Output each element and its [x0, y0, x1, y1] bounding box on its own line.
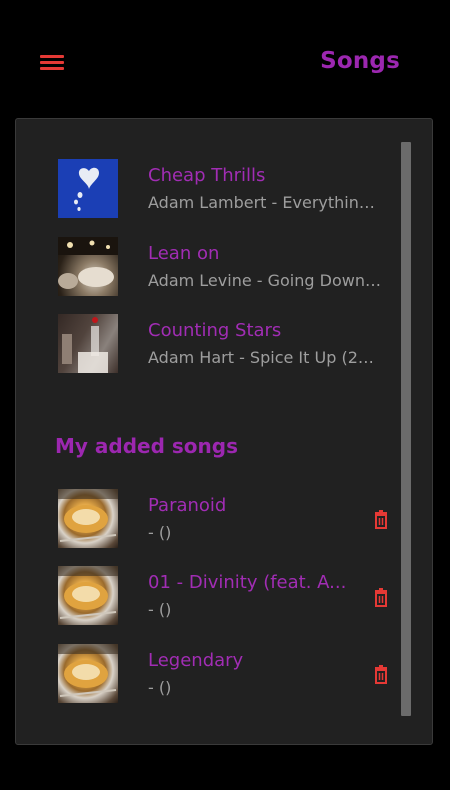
album-art-thumbnail: [58, 237, 118, 296]
menu-bar-top: [40, 55, 64, 58]
album-art-thumbnail: [58, 314, 118, 373]
song-item-lean-on[interactable]: Lean on Adam Levine - Going Down (...: [58, 237, 388, 297]
album-art-thumbnail: [58, 159, 118, 218]
added-song-item-paranoid[interactable]: Paranoid - (): [58, 489, 388, 549]
heart-art-icon: [74, 167, 99, 211]
song-title: Counting Stars: [148, 320, 282, 341]
plate-art-icon: [58, 644, 118, 697]
delete-song-trash-icon[interactable]: [373, 588, 389, 608]
album-art-thumbnail: [58, 489, 118, 548]
song-title: Lean on: [148, 243, 220, 264]
plate-art-icon: [58, 489, 118, 542]
album-art-thumbnail: [58, 644, 118, 703]
album-art-thumbnail: [58, 566, 118, 625]
delete-song-trash-icon[interactable]: [373, 510, 389, 530]
song-title: 01 - Divinity (feat. A...: [148, 572, 347, 593]
song-subtitle: - (): [148, 600, 172, 619]
hamburger-menu-icon[interactable]: [40, 55, 65, 73]
section-title-my-added-songs: My added songs: [55, 434, 238, 458]
added-song-item-legendary[interactable]: Legendary - (): [58, 644, 388, 704]
song-subtitle: Adam Hart - Spice It Up (201...: [148, 348, 382, 367]
song-subtitle: - (): [148, 678, 172, 697]
glass-art-icon: [58, 314, 118, 373]
plate-art-icon: [58, 566, 118, 619]
song-title: Legendary: [148, 650, 244, 671]
app-root: Songs Cheap Thrills Adam Lambert - Every…: [0, 0, 450, 790]
delete-song-trash-icon[interactable]: [373, 665, 389, 685]
added-song-item-divinity[interactable]: 01 - Divinity (feat. A... - (): [58, 566, 388, 626]
song-subtitle: - (): [148, 523, 172, 542]
song-item-cheap-thrills[interactable]: Cheap Thrills Adam Lambert - Everything …: [58, 159, 388, 219]
song-item-counting-stars[interactable]: Counting Stars Adam Hart - Spice It Up (…: [58, 314, 388, 374]
page-title: Songs: [320, 48, 400, 74]
scrollbar[interactable]: [401, 142, 411, 716]
song-title: Cheap Thrills: [148, 165, 266, 186]
dining-art-icon: [58, 237, 118, 289]
menu-bar-middle: [40, 61, 64, 64]
song-title: Paranoid: [148, 495, 227, 516]
song-subtitle: Adam Levine - Going Down (...: [148, 271, 382, 290]
song-subtitle: Adam Lambert - Everything (...: [148, 193, 382, 212]
menu-bar-bottom: [40, 67, 64, 70]
